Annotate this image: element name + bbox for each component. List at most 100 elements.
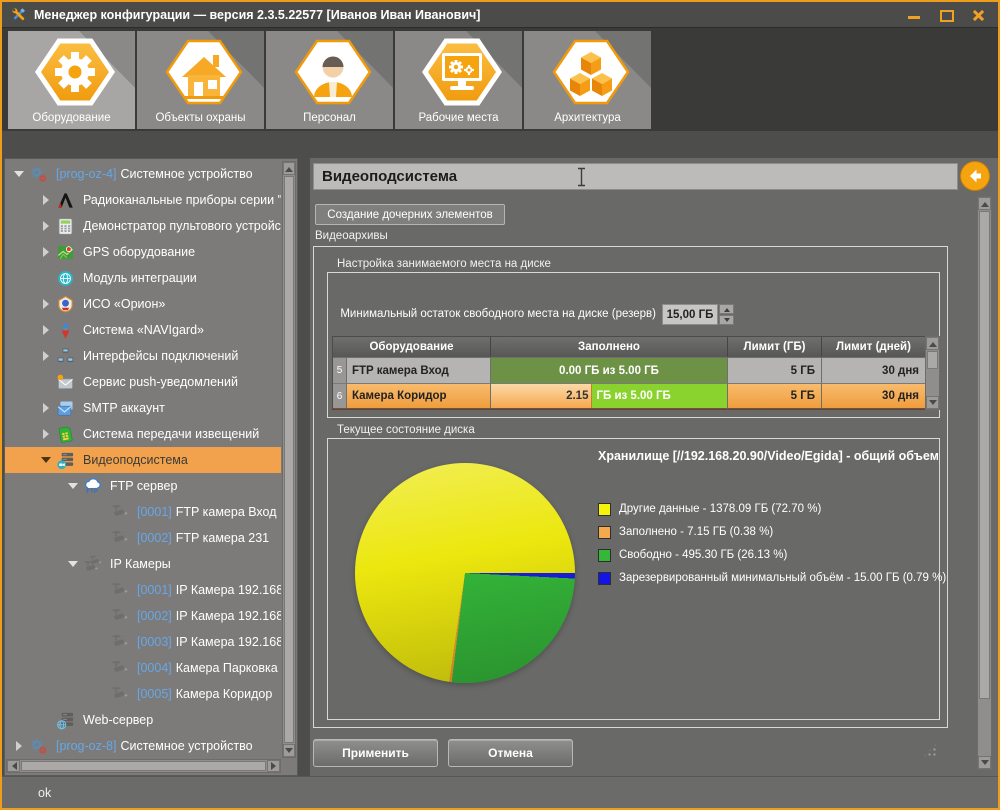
scroll-left-button[interactable] — [7, 760, 20, 772]
tree-vertical-scrollbar[interactable] — [282, 161, 296, 758]
camera-icon — [110, 659, 129, 678]
tree-item[interactable]: Сервис push-уведомлений — [5, 369, 281, 395]
resize-grip-icon[interactable] — [922, 742, 938, 758]
gears-icon — [29, 165, 48, 184]
tree-item[interactable]: SMTP аккаунт — [5, 395, 281, 421]
column-header[interactable]: Заполнено — [491, 337, 728, 357]
smtp-mail-icon — [56, 399, 75, 418]
main-vertical-scrollbar[interactable] — [977, 196, 992, 770]
spinner-up-button[interactable] — [719, 304, 734, 314]
legend-item: Свободно - 495.30 ГБ (26.13 %) — [598, 548, 946, 562]
back-button[interactable] — [960, 161, 990, 191]
create-children-button[interactable]: Создание дочерних элементов — [315, 204, 505, 225]
tree-item[interactable]: Система «NAVIgard» — [5, 317, 281, 343]
tree-item[interactable]: [0001]FTP камера Вход — [5, 499, 281, 525]
table-row[interactable]: 5 FTP камера Вход 0.00 ГБ из 5.00 ГБ 5 Г… — [333, 357, 925, 383]
tab-personal[interactable]: Персонал — [266, 31, 393, 129]
maximize-button[interactable] — [938, 8, 954, 22]
tab-oborudovanie[interactable]: Оборудование — [8, 31, 135, 129]
legend-item: Заполнено - 7.15 ГБ (0.38 %) — [598, 525, 946, 539]
scroll-thumb[interactable] — [979, 211, 990, 699]
tree-item[interactable]: Система передачи извещений — [5, 421, 281, 447]
tree-horizontal-scrollbar[interactable] — [6, 759, 281, 773]
expander-icon[interactable] — [38, 247, 54, 257]
app-icon — [10, 6, 27, 23]
minimize-button[interactable] — [906, 8, 922, 22]
interfaces-icon — [56, 347, 75, 366]
tree-item[interactable]: Демонстратор пультового устройст — [5, 213, 281, 239]
tab-obekty-ohrany[interactable]: Объекты охраны — [137, 31, 264, 129]
tree-item[interactable]: [0005]Камера Коридор — [5, 681, 281, 707]
tree-item[interactable]: [0002]IP Камера 192.168.20.23 — [5, 603, 281, 629]
gears-icon — [29, 737, 48, 756]
expander-icon[interactable] — [38, 429, 54, 439]
camera-icon — [110, 581, 129, 600]
tree-item[interactable]: FTP сервер — [5, 473, 281, 499]
column-header[interactable]: Лимит (дней) — [822, 337, 925, 357]
scroll-thumb[interactable] — [21, 761, 266, 771]
expander-icon[interactable] — [65, 478, 81, 494]
tree-item[interactable]: ИСО «Орион» — [5, 291, 281, 317]
fill-progress-cell: 2.15 ГБ из 5.00 ГБ — [491, 383, 728, 409]
reserve-value-input[interactable]: 15,00 ГБ — [662, 304, 718, 325]
tab-label: Персонал — [266, 112, 393, 124]
progress-fill: 2.15 — [491, 384, 592, 408]
close-button[interactable] — [970, 8, 986, 22]
tree-item[interactable]: [0004]Камера Парковка — [5, 655, 281, 681]
tree-item[interactable]: Web-сервер — [5, 707, 281, 733]
tab-label: Объекты охраны — [137, 112, 264, 124]
tree-item[interactable]: GPS оборудование — [5, 239, 281, 265]
scroll-thumb[interactable] — [284, 176, 294, 743]
expander-icon[interactable] — [38, 351, 54, 361]
expander-icon[interactable] — [38, 195, 54, 205]
tree-item[interactable]: [0001]IP Камера 192.168.20.25 — [5, 577, 281, 603]
scroll-down-button[interactable] — [926, 396, 939, 409]
column-header[interactable]: Оборудование — [333, 337, 491, 357]
cancel-button[interactable]: Отмена — [448, 739, 573, 767]
scroll-up-button[interactable] — [978, 197, 991, 210]
spinner-down-button[interactable] — [719, 315, 734, 325]
scroll-up-button[interactable] — [283, 162, 295, 175]
element-name-input[interactable]: Видеоподсистема — [313, 163, 958, 190]
apply-button[interactable]: Применить — [313, 739, 438, 767]
scroll-down-button[interactable] — [978, 756, 991, 769]
orion-icon — [56, 295, 75, 314]
app-window: Менеджер конфигурации — версия 2.3.5.225… — [0, 0, 1000, 810]
expander-icon[interactable] — [38, 299, 54, 309]
expander-icon[interactable] — [65, 556, 81, 572]
scroll-right-button[interactable] — [267, 760, 280, 772]
expander-icon[interactable] — [38, 403, 54, 413]
expander-icon[interactable] — [38, 221, 54, 231]
tree-item[interactable]: IP Камеры — [5, 551, 281, 577]
gear-hexagon-icon — [29, 35, 115, 109]
scroll-down-button[interactable] — [283, 744, 295, 757]
tree-item[interactable]: [0003]IP Камера 192.168.20.23 — [5, 629, 281, 655]
scroll-up-button[interactable] — [926, 337, 939, 350]
legend-swatch-blue — [598, 572, 611, 585]
table-vertical-scrollbar[interactable] — [925, 336, 940, 410]
tree-item[interactable]: [prog-oz-4]Системное устройство — [5, 161, 281, 187]
column-header[interactable]: Лимит (ГБ) — [728, 337, 822, 357]
camera-icon — [110, 503, 129, 522]
table-row-selected[interactable]: 6 Камера Коридор 2.15 ГБ из 5.00 ГБ 5 ГБ… — [333, 383, 925, 409]
tree-item[interactable]: Радиоканальные приборы серии "L — [5, 187, 281, 213]
expander-icon[interactable] — [38, 452, 54, 468]
tree-item[interactable]: [0002]FTP камера 231 — [5, 525, 281, 551]
tree-item[interactable]: Интерфейсы подключений — [5, 343, 281, 369]
toolbar: Оборудование Объекты охраны Персонал Раб… — [2, 27, 998, 132]
ftp-cloud-icon — [83, 477, 102, 496]
tree-item[interactable]: [prog-oz-8]Системное устройство — [5, 733, 281, 758]
expander-icon[interactable] — [11, 741, 27, 751]
tree-item-selected[interactable]: Видеоподсистема — [5, 447, 281, 473]
text-cursor-icon — [577, 167, 586, 187]
expander-icon[interactable] — [11, 166, 27, 182]
tab-arhitektura[interactable]: Архитектура — [524, 31, 651, 129]
titlebar: Менеджер конфигурации — версия 2.3.5.225… — [2, 2, 998, 27]
tree-item[interactable]: Модуль интеграции — [5, 265, 281, 291]
expander-icon[interactable] — [38, 325, 54, 335]
scroll-thumb[interactable] — [927, 351, 938, 369]
disk-usage-pie-chart — [355, 463, 575, 683]
group-label-disk-state: Текущее состояние диска — [337, 424, 475, 436]
chart-legend: Другие данные - 1378.09 ГБ (72.70 %) Зап… — [598, 502, 946, 585]
tab-rabochie-mesta[interactable]: Рабочие места — [395, 31, 522, 129]
